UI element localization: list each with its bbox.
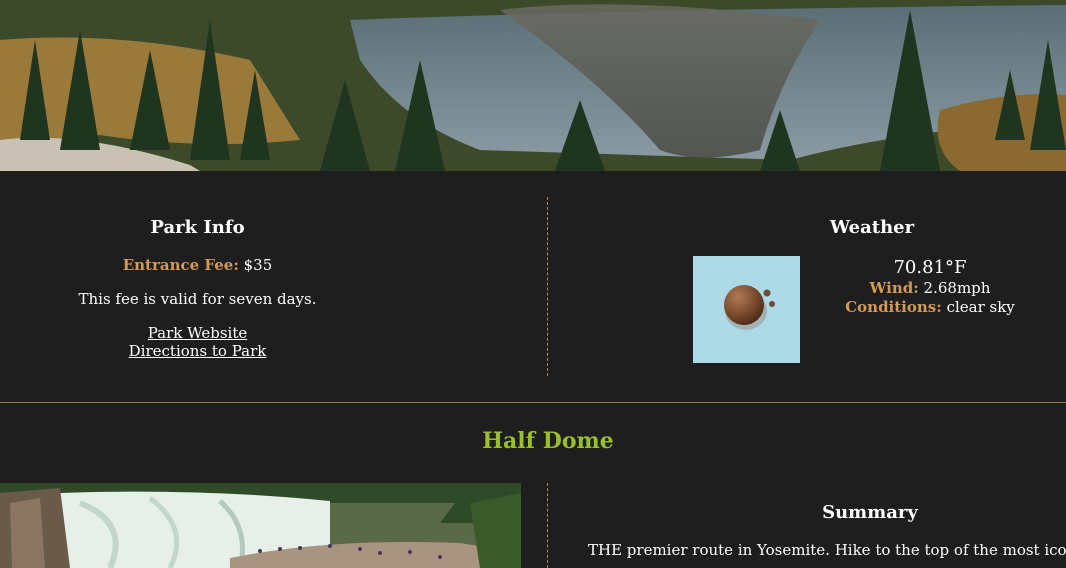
trail-column-divider — [547, 483, 548, 568]
wind-label: Wind: — [869, 279, 919, 297]
summary-heading: Summary — [822, 502, 918, 523]
conditions-label: Conditions: — [845, 298, 942, 316]
column-divider — [547, 197, 548, 376]
park-info-section: Park Info Entrance Fee: $35 This fee is … — [0, 171, 1066, 403]
entrance-fee: Entrance Fee: $35 — [0, 256, 395, 274]
fee-note: This fee is valid for seven days. — [78, 290, 317, 308]
weather-readout: 70.81°F Wind: 2.68mph Conditions: clear … — [830, 257, 1030, 317]
clear-sky-icon — [693, 256, 800, 363]
directions-link[interactable]: Directions to Park — [0, 342, 395, 360]
park-website-link[interactable]: Park Website — [0, 324, 395, 342]
conditions: Conditions: clear sky — [830, 298, 1030, 317]
wind: Wind: 2.68mph — [830, 279, 1030, 298]
entrance-fee-value: $35 — [243, 256, 273, 274]
entrance-fee-label: Entrance Fee: — [122, 256, 239, 274]
section-divider — [0, 402, 1066, 403]
park-info-heading: Park Info — [150, 217, 245, 238]
summary-text: THE premier route in Yosemite. Hike to t… — [588, 541, 1066, 559]
hero-image — [0, 0, 1066, 171]
trail-photo — [0, 483, 521, 568]
trail-title: Half Dome — [482, 428, 614, 454]
conditions-value: clear sky — [946, 298, 1015, 316]
weather-heading: Weather — [829, 217, 915, 238]
park-links: Park Website Directions to Park — [0, 324, 395, 360]
wind-value: 2.68mph — [923, 279, 991, 297]
temperature: 70.81°F — [893, 257, 967, 278]
